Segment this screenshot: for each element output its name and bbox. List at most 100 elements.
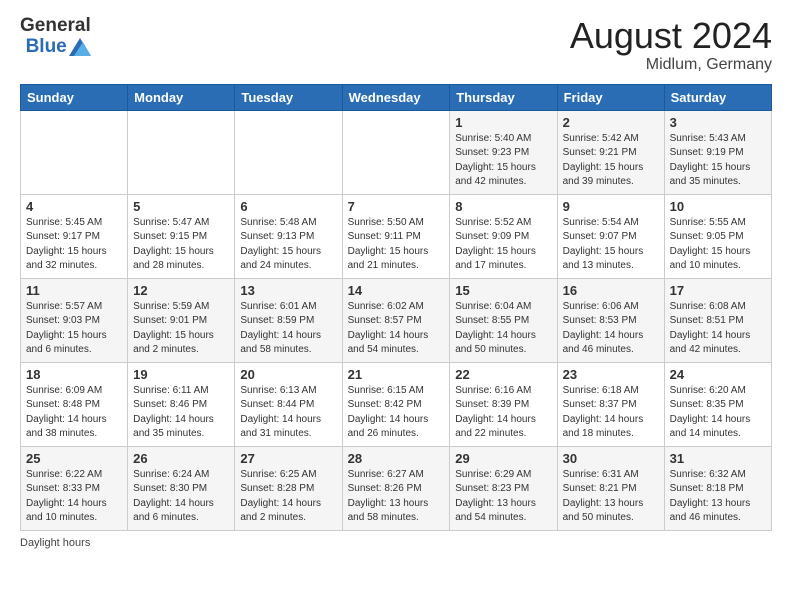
week-row-2: 11 Sunrise: 5:57 AM Sunset: 9:03 PM Dayli… — [21, 278, 772, 362]
week-row-4: 25Sunrise: 6:22 AM Sunset: 8:33 PM Dayli… — [21, 446, 772, 530]
day-info: Sunrise: 6:06 AM Sunset: 8:53 PM Dayligh… — [563, 300, 659, 358]
calendar-cell: 22Sunrise: 6:16 AM Sunset: 8:39 PM Dayli… — [450, 362, 557, 446]
day-info: Sunrise: 6:27 AM Sunset: 8:26 PM Dayligh… — [348, 468, 445, 526]
weekday-header-monday: Monday — [128, 84, 235, 110]
calendar-table: SundayMondayTuesdayWednesdayThursdayFrid… — [20, 84, 772, 531]
calendar-cell: 15Sunrise: 6:04 AM Sunset: 8:55 PM Dayli… — [450, 278, 557, 362]
day-number: 19 — [133, 367, 229, 382]
day-number: 28 — [348, 451, 445, 466]
calendar-cell: 26 Sunrise: 6:24 AM Sunset: 8:30 PM Dayli… — [128, 446, 235, 530]
weekday-header-tuesday: Tuesday — [235, 84, 342, 110]
day-info: Sunrise: 6:09 AM Sunset: 8:48 PM Dayligh… — [26, 384, 122, 442]
day-number: 9 — [563, 199, 659, 214]
calendar-cell: 5 Sunrise: 5:47 AM Sunset: 9:15 PM Daylig… — [128, 194, 235, 278]
day-info: Sunrise: 5:43 AM Sunset: 9:19 PM Dayligh… — [670, 132, 766, 190]
calendar-cell: 1 Sunrise: 5:40 AM Sunset: 9:23 PM Daylig… — [450, 110, 557, 194]
day-number: 1 — [455, 115, 551, 130]
day-info: Sunrise: 5:57 AM Sunset: 9:03 PM Dayligh… — [26, 300, 122, 358]
calendar-cell: 9 Sunrise: 5:54 AM Sunset: 9:07 PM Daylig… — [557, 194, 664, 278]
day-number: 29 — [455, 451, 551, 466]
page: General Blue August 2024 Midlum, Germany… — [0, 0, 792, 559]
day-number: 16 — [563, 283, 659, 298]
day-number: 15 — [455, 283, 551, 298]
day-number: 18 — [26, 367, 122, 382]
day-number: 17 — [670, 283, 766, 298]
footer: Daylight hours — [20, 537, 772, 549]
day-info: Sunrise: 6:18 AM Sunset: 8:37 PM Dayligh… — [563, 384, 659, 442]
day-info: Sunrise: 6:13 AM Sunset: 8:44 PM Dayligh… — [240, 384, 336, 442]
day-number: 7 — [348, 199, 445, 214]
day-info: Sunrise: 6:08 AM Sunset: 8:51 PM Dayligh… — [670, 300, 766, 358]
day-info: Sunrise: 6:31 AM Sunset: 8:21 PM Dayligh… — [563, 468, 659, 526]
day-info: Sunrise: 5:50 AM Sunset: 9:11 PM Dayligh… — [348, 216, 445, 274]
calendar-cell: 31Sunrise: 6:32 AM Sunset: 8:18 PM Dayli… — [664, 446, 771, 530]
day-info: Sunrise: 6:29 AM Sunset: 8:23 PM Dayligh… — [455, 468, 551, 526]
day-number: 12 — [133, 283, 229, 298]
week-row-1: 4 Sunrise: 5:45 AM Sunset: 9:17 PM Daylig… — [21, 194, 772, 278]
weekday-header-thursday: Thursday — [450, 84, 557, 110]
day-number: 10 — [670, 199, 766, 214]
title-area: August 2024 Midlum, Germany — [570, 16, 772, 74]
weekday-header-wednesday: Wednesday — [342, 84, 450, 110]
calendar-cell: 25Sunrise: 6:22 AM Sunset: 8:33 PM Dayli… — [21, 446, 128, 530]
calendar-cell — [21, 110, 128, 194]
calendar-cell: 20 Sunrise: 6:13 AM Sunset: 8:44 PM Dayli… — [235, 362, 342, 446]
day-info: Sunrise: 6:16 AM Sunset: 8:39 PM Dayligh… — [455, 384, 551, 442]
day-info: Sunrise: 5:54 AM Sunset: 9:07 PM Dayligh… — [563, 216, 659, 274]
day-info: Sunrise: 6:25 AM Sunset: 8:28 PM Dayligh… — [240, 468, 336, 526]
calendar-cell: 18 Sunrise: 6:09 AM Sunset: 8:48 PM Dayli… — [21, 362, 128, 446]
day-info: Sunrise: 5:48 AM Sunset: 9:13 PM Dayligh… — [240, 216, 336, 274]
day-info: Sunrise: 5:42 AM Sunset: 9:21 PM Dayligh… — [563, 132, 659, 190]
calendar-cell: 30 Sunrise: 6:31 AM Sunset: 8:21 PM Dayli… — [557, 446, 664, 530]
day-number: 23 — [563, 367, 659, 382]
calendar-cell — [342, 110, 450, 194]
day-number: 21 — [348, 367, 445, 382]
logo-general: General — [20, 16, 91, 37]
weekday-header-friday: Friday — [557, 84, 664, 110]
day-number: 25 — [26, 451, 122, 466]
day-number: 8 — [455, 199, 551, 214]
weekday-header-saturday: Saturday — [664, 84, 771, 110]
calendar-cell: 3Sunrise: 5:43 AM Sunset: 9:19 PM Daylig… — [664, 110, 771, 194]
day-number: 5 — [133, 199, 229, 214]
day-info: Sunrise: 6:02 AM Sunset: 8:57 PM Dayligh… — [348, 300, 445, 358]
calendar-cell — [128, 110, 235, 194]
day-info: Sunrise: 5:45 AM Sunset: 9:17 PM Dayligh… — [26, 216, 122, 274]
logo: General Blue — [20, 16, 91, 58]
day-info: Sunrise: 5:59 AM Sunset: 9:01 PM Dayligh… — [133, 300, 229, 358]
day-number: 20 — [240, 367, 336, 382]
day-info: Sunrise: 5:52 AM Sunset: 9:09 PM Dayligh… — [455, 216, 551, 274]
day-number: 26 — [133, 451, 229, 466]
calendar-cell: 8 Sunrise: 5:52 AM Sunset: 9:09 PM Daylig… — [450, 194, 557, 278]
calendar-cell: 21 Sunrise: 6:15 AM Sunset: 8:42 PM Dayli… — [342, 362, 450, 446]
day-number: 13 — [240, 283, 336, 298]
calendar-cell: 27 Sunrise: 6:25 AM Sunset: 8:28 PM Dayli… — [235, 446, 342, 530]
day-number: 14 — [348, 283, 445, 298]
location: Midlum, Germany — [570, 56, 772, 74]
day-info: Sunrise: 6:24 AM Sunset: 8:30 PM Dayligh… — [133, 468, 229, 526]
header: General Blue August 2024 Midlum, Germany — [20, 16, 772, 74]
logo-icon — [69, 38, 91, 56]
day-info: Sunrise: 5:40 AM Sunset: 9:23 PM Dayligh… — [455, 132, 551, 190]
month-title: August 2024 — [570, 16, 772, 56]
day-info: Sunrise: 6:11 AM Sunset: 8:46 PM Dayligh… — [133, 384, 229, 442]
calendar-cell: 4 Sunrise: 5:45 AM Sunset: 9:17 PM Daylig… — [21, 194, 128, 278]
daylight-label: Daylight hours — [20, 537, 90, 549]
day-number: 11 — [26, 283, 122, 298]
day-number: 6 — [240, 199, 336, 214]
calendar-cell: 6 Sunrise: 5:48 AM Sunset: 9:13 PM Daylig… — [235, 194, 342, 278]
calendar-cell: 24Sunrise: 6:20 AM Sunset: 8:35 PM Dayli… — [664, 362, 771, 446]
calendar-cell — [235, 110, 342, 194]
day-info: Sunrise: 6:15 AM Sunset: 8:42 PM Dayligh… — [348, 384, 445, 442]
day-number: 30 — [563, 451, 659, 466]
week-row-0: 1 Sunrise: 5:40 AM Sunset: 9:23 PM Daylig… — [21, 110, 772, 194]
calendar-cell: 17 Sunrise: 6:08 AM Sunset: 8:51 PM Dayli… — [664, 278, 771, 362]
day-info: Sunrise: 5:47 AM Sunset: 9:15 PM Dayligh… — [133, 216, 229, 274]
calendar-cell: 23 Sunrise: 6:18 AM Sunset: 8:37 PM Dayli… — [557, 362, 664, 446]
calendar-cell: 13Sunrise: 6:01 AM Sunset: 8:59 PM Dayli… — [235, 278, 342, 362]
calendar-header-row: SundayMondayTuesdayWednesdayThursdayFrid… — [21, 84, 772, 110]
calendar-cell: 10Sunrise: 5:55 AM Sunset: 9:05 PM Dayli… — [664, 194, 771, 278]
day-number: 27 — [240, 451, 336, 466]
logo-blue: Blue — [26, 37, 67, 58]
day-number: 4 — [26, 199, 122, 214]
